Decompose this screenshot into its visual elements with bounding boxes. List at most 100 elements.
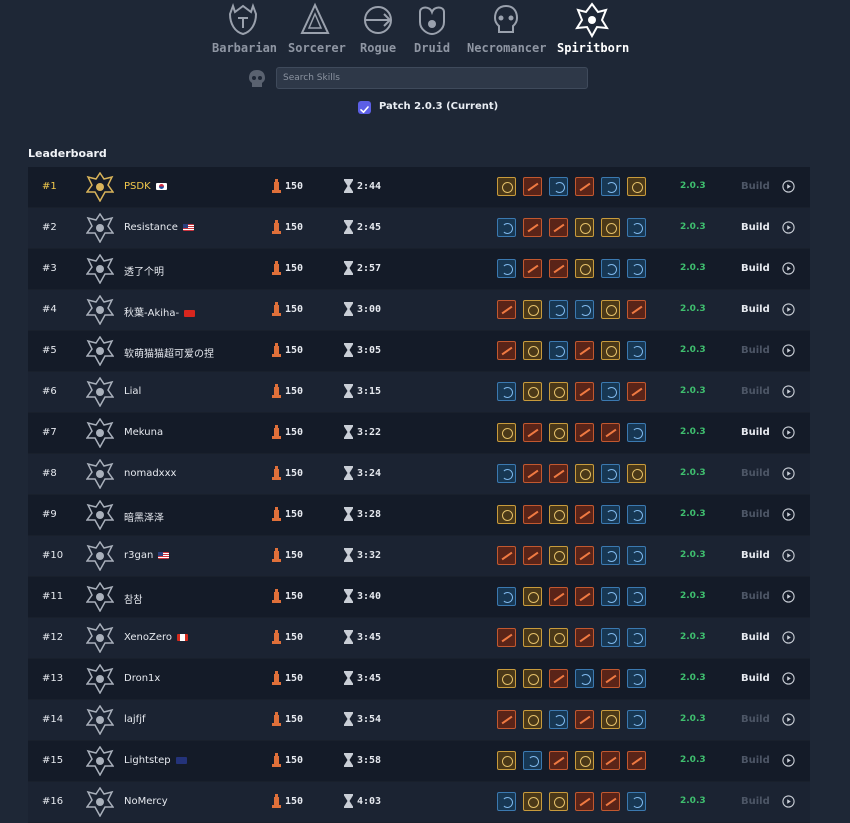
version: 2.0.3 bbox=[680, 509, 706, 519]
table-row: #5 软萌猫猫超可爱の捏 150 3:05 2.0.3 Build bbox=[28, 331, 810, 372]
build-button[interactable]: Build bbox=[741, 714, 770, 725]
class-label: Barbarian bbox=[212, 41, 278, 55]
build-button[interactable]: Build bbox=[741, 632, 770, 643]
build-button[interactable]: Build bbox=[741, 755, 770, 766]
skill-icon bbox=[575, 218, 594, 237]
skill-icon bbox=[601, 218, 620, 237]
skill-icon bbox=[549, 341, 568, 360]
skill-icon bbox=[627, 710, 646, 729]
hourglass-icon bbox=[344, 302, 353, 316]
class-tab-rogue[interactable]: Rogue bbox=[360, 0, 396, 60]
player-name-text: 软萌猫猫超可爱の捏 bbox=[124, 349, 214, 360]
patch-checkbox[interactable] bbox=[358, 101, 371, 114]
skill-icon bbox=[497, 464, 516, 483]
rank: #11 bbox=[42, 591, 64, 602]
play-video-icon[interactable] bbox=[782, 180, 795, 193]
pit-tower-icon bbox=[272, 425, 281, 439]
build-button[interactable]: Build bbox=[741, 427, 770, 438]
sorcerer-icon bbox=[300, 2, 330, 34]
skill-icon bbox=[549, 300, 568, 319]
build-button[interactable]: Build bbox=[741, 550, 770, 561]
class-tab-druid[interactable]: Druid bbox=[414, 0, 450, 60]
play-video-icon[interactable] bbox=[782, 467, 795, 480]
player-name-text: Dron1x bbox=[124, 673, 161, 684]
skill-icon bbox=[627, 669, 646, 688]
druid-paw-icon bbox=[419, 6, 445, 36]
class-avatar-icon bbox=[86, 623, 114, 653]
play-video-icon[interactable] bbox=[782, 221, 795, 234]
version: 2.0.3 bbox=[680, 714, 706, 724]
play-video-icon[interactable] bbox=[782, 795, 795, 808]
pit-tower-icon bbox=[272, 384, 281, 398]
table-row: #6 Lial 150 3:15 2.0.3 Build bbox=[28, 372, 810, 413]
play-video-icon[interactable] bbox=[782, 631, 795, 644]
skill-icon bbox=[575, 341, 594, 360]
play-video-icon[interactable] bbox=[782, 303, 795, 316]
skill-icon bbox=[601, 505, 620, 524]
build-button[interactable]: Build bbox=[741, 386, 770, 397]
patch-label: Patch 2.0.3 (Current) bbox=[379, 101, 499, 112]
player-name: 秋葉-Akiha- bbox=[124, 304, 196, 319]
build-button[interactable]: Build bbox=[741, 181, 770, 192]
player-name-text: Mekuna bbox=[124, 427, 164, 438]
clear-time: 2:44 bbox=[357, 181, 382, 192]
play-video-icon[interactable] bbox=[782, 344, 795, 357]
player-name-text: Resistance bbox=[124, 222, 178, 233]
play-video-icon[interactable] bbox=[782, 508, 795, 521]
skill-icon bbox=[549, 382, 568, 401]
play-video-icon[interactable] bbox=[782, 385, 795, 398]
clear-time: 3:45 bbox=[357, 673, 382, 684]
skill-icon bbox=[523, 300, 542, 319]
play-video-icon[interactable] bbox=[782, 672, 795, 685]
pit-tier: 150 bbox=[285, 304, 304, 315]
skill-icon bbox=[575, 587, 594, 606]
skill-icon bbox=[575, 669, 594, 688]
player-name: 软萌猫猫超可爱の捏 bbox=[124, 345, 214, 360]
pit-tier: 150 bbox=[285, 673, 304, 684]
skill-icon bbox=[627, 464, 646, 483]
skill-icon bbox=[601, 628, 620, 647]
build-button[interactable]: Build bbox=[741, 304, 770, 315]
class-tab-necromancer[interactable]: Necromancer bbox=[467, 0, 546, 60]
player-name-text: Lial bbox=[124, 386, 142, 397]
play-video-icon[interactable] bbox=[782, 426, 795, 439]
class-avatar-icon bbox=[86, 418, 114, 448]
class-avatar-icon bbox=[86, 295, 114, 325]
hourglass-icon bbox=[344, 384, 353, 398]
skill-icon bbox=[497, 628, 516, 647]
skill-icon bbox=[497, 218, 516, 237]
skill-icon bbox=[627, 341, 646, 360]
hourglass-icon bbox=[344, 630, 353, 644]
build-button[interactable]: Build bbox=[741, 673, 770, 684]
skill-icon bbox=[497, 710, 516, 729]
rank: #9 bbox=[42, 509, 57, 520]
skill-icon bbox=[549, 505, 568, 524]
hourglass-icon bbox=[344, 712, 353, 726]
class-tab-spiritborn[interactable]: Spiritborn bbox=[557, 0, 629, 60]
search-input[interactable] bbox=[276, 67, 588, 89]
skill-icon bbox=[601, 546, 620, 565]
player-name: lajfjf bbox=[124, 714, 146, 725]
skill-icon bbox=[627, 751, 646, 770]
class-tab-barbarian[interactable]: Barbarian bbox=[212, 0, 278, 60]
table-row: #7 Mekuna 150 3:22 2.0.3 Build bbox=[28, 413, 810, 454]
class-tab-sorcerer[interactable]: Sorcerer bbox=[288, 0, 346, 60]
play-video-icon[interactable] bbox=[782, 713, 795, 726]
build-button[interactable]: Build bbox=[741, 796, 770, 807]
play-video-icon[interactable] bbox=[782, 262, 795, 275]
play-video-icon[interactable] bbox=[782, 754, 795, 767]
play-video-icon[interactable] bbox=[782, 549, 795, 562]
build-button[interactable]: Build bbox=[741, 263, 770, 274]
pit-tier: 150 bbox=[285, 714, 304, 725]
skill-icon bbox=[627, 218, 646, 237]
build-button[interactable]: Build bbox=[741, 222, 770, 233]
skill-icon bbox=[627, 300, 646, 319]
build-button[interactable]: Build bbox=[741, 345, 770, 356]
build-button[interactable]: Build bbox=[741, 509, 770, 520]
build-button[interactable]: Build bbox=[741, 468, 770, 479]
skill-icon bbox=[497, 259, 516, 278]
build-button[interactable]: Build bbox=[741, 591, 770, 602]
player-name: NoMercy bbox=[124, 796, 168, 807]
play-video-icon[interactable] bbox=[782, 590, 795, 603]
skill-icon bbox=[497, 177, 516, 196]
